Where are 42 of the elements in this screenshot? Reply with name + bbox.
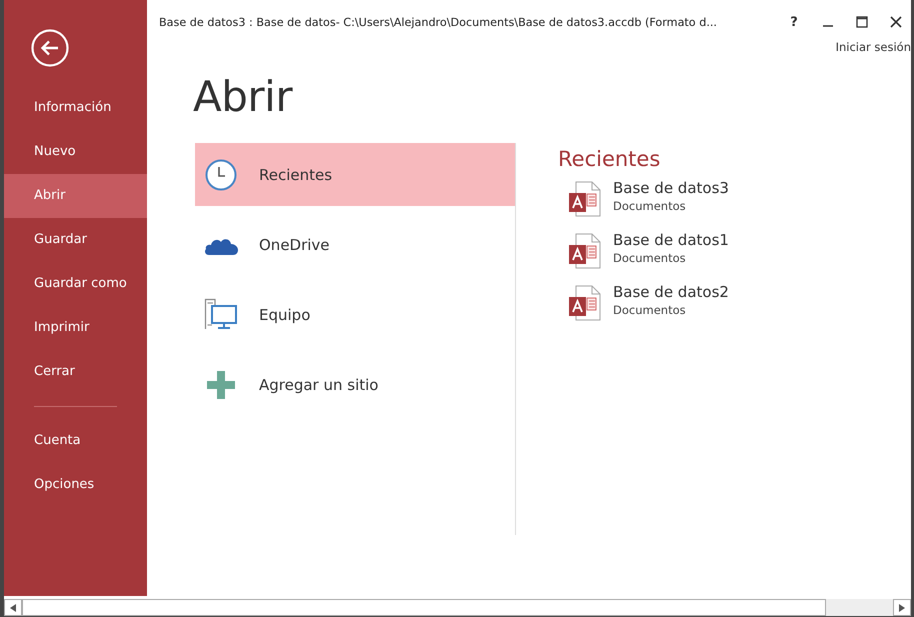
location-item[interactable]: Agregar un sitio [195,353,515,416]
file-name: Base de datos3 [613,179,729,197]
scrollbar-thumb[interactable] [22,599,826,616]
horizontal-scrollbar[interactable] [4,596,911,617]
file-location: Documentos [613,251,687,265]
sign-in-link[interactable]: Iniciar sesión [836,40,911,54]
sidebar-item[interactable]: Abrir [4,174,147,218]
scroll-left-button[interactable] [4,599,22,616]
scroll-right-button[interactable] [893,599,911,616]
page-title: Abrir [193,72,294,121]
help-button[interactable]: ? [779,11,809,33]
file-name: Base de datos2 [613,283,729,301]
left-arrow-icon [10,604,16,612]
sidebar-item[interactable]: Cerrar [4,350,147,394]
maximize-icon [856,16,868,28]
clock-icon [203,158,239,190]
window-title: Base de datos3 : Base de datos- C:\Users\Alejandro\Documents\Base de datos3.accdb (Formato d... [159,16,718,28]
recent-file-item[interactable]: Base de datos3 Documentos [558,179,729,231]
location-item[interactable]: Equipo [195,283,515,346]
sidebar-item[interactable]: Cuenta [4,419,147,463]
sidebar-item[interactable]: Guardar [4,218,147,262]
close-icon [890,16,902,28]
sidebar-item[interactable]: Información [4,86,147,130]
sidebar-item[interactable]: Opciones [4,463,147,507]
back-button[interactable] [30,28,70,68]
recent-file-item[interactable]: Base de datos2 Documentos [558,283,729,335]
sidebar-item[interactable]: Guardar como [4,262,147,306]
database-file-icon [568,285,602,321]
database-file-icon [568,181,602,217]
minimize-icon [822,25,834,27]
file-name: Base de datos1 [613,231,729,249]
recent-file-item[interactable]: Base de datos1 Documentos [558,231,729,283]
database-file-icon [568,233,602,269]
location-item[interactable]: OneDrive [195,213,515,276]
location-item[interactable]: Recientes [195,143,515,206]
computer-icon [203,298,239,332]
file-location: Documentos [613,303,687,317]
right-arrow-icon [899,604,905,612]
sidebar-item[interactable]: Imprimir [4,306,147,350]
section-heading: Recientes [558,147,662,171]
sidebar-item[interactable]: Nuevo [4,130,147,174]
file-location: Documentos [613,199,687,213]
